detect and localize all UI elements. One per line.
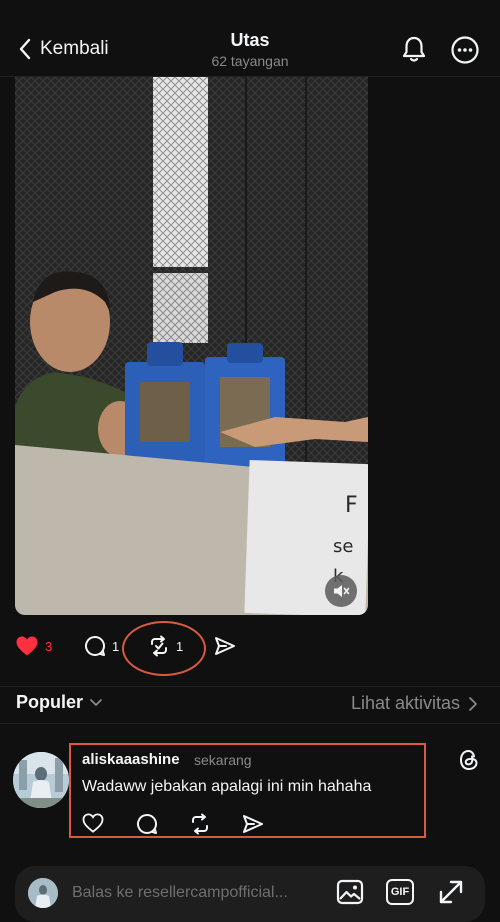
mute-button[interactable] xyxy=(325,575,357,607)
activity-link[interactable]: Lihat aktivitas xyxy=(351,693,478,714)
reply-input[interactable]: Balas ke resellercampofficial... xyxy=(72,884,322,902)
gif-icon[interactable]: GIF xyxy=(386,879,414,905)
image-icon[interactable] xyxy=(336,878,364,906)
sort-dropdown[interactable]: Populer xyxy=(16,692,103,713)
comment-button[interactable]: 1 xyxy=(84,634,119,658)
like-count: 3 xyxy=(45,638,53,654)
chevron-left-icon xyxy=(18,38,32,60)
activity-label: Lihat aktivitas xyxy=(350,693,460,713)
avatar[interactable] xyxy=(13,752,69,808)
chevron-right-icon xyxy=(468,696,478,712)
share-button[interactable] xyxy=(214,634,236,658)
divider xyxy=(0,723,500,724)
sort-label: Populer xyxy=(16,692,84,712)
share-icon xyxy=(214,635,236,657)
post-video[interactable]: F se k xyxy=(15,77,368,615)
heart-icon xyxy=(15,635,39,657)
page-title: Utas xyxy=(230,30,270,50)
mute-icon xyxy=(332,582,350,600)
view-count: 62 tayangan xyxy=(211,53,289,69)
svg-text:se: se xyxy=(333,536,353,557)
divider xyxy=(0,686,500,687)
more-icon[interactable] xyxy=(450,35,480,65)
threads-icon[interactable] xyxy=(457,748,481,772)
page-title-group: Utas 62 tayangan xyxy=(150,30,350,70)
back-label: Kembali xyxy=(40,38,109,59)
composer-avatar xyxy=(28,878,58,908)
comment-icon xyxy=(84,635,106,657)
expand-icon[interactable] xyxy=(437,878,465,906)
chevron-down-icon xyxy=(89,698,103,708)
comment-count: 1 xyxy=(112,638,120,654)
back-button[interactable]: Kembali xyxy=(18,36,109,62)
repost-highlight-annotation xyxy=(122,621,206,676)
like-button[interactable]: 3 xyxy=(15,634,52,658)
reply-highlight-annotation xyxy=(69,743,426,838)
svg-text:F: F xyxy=(345,493,358,518)
bell-icon[interactable] xyxy=(399,34,429,64)
